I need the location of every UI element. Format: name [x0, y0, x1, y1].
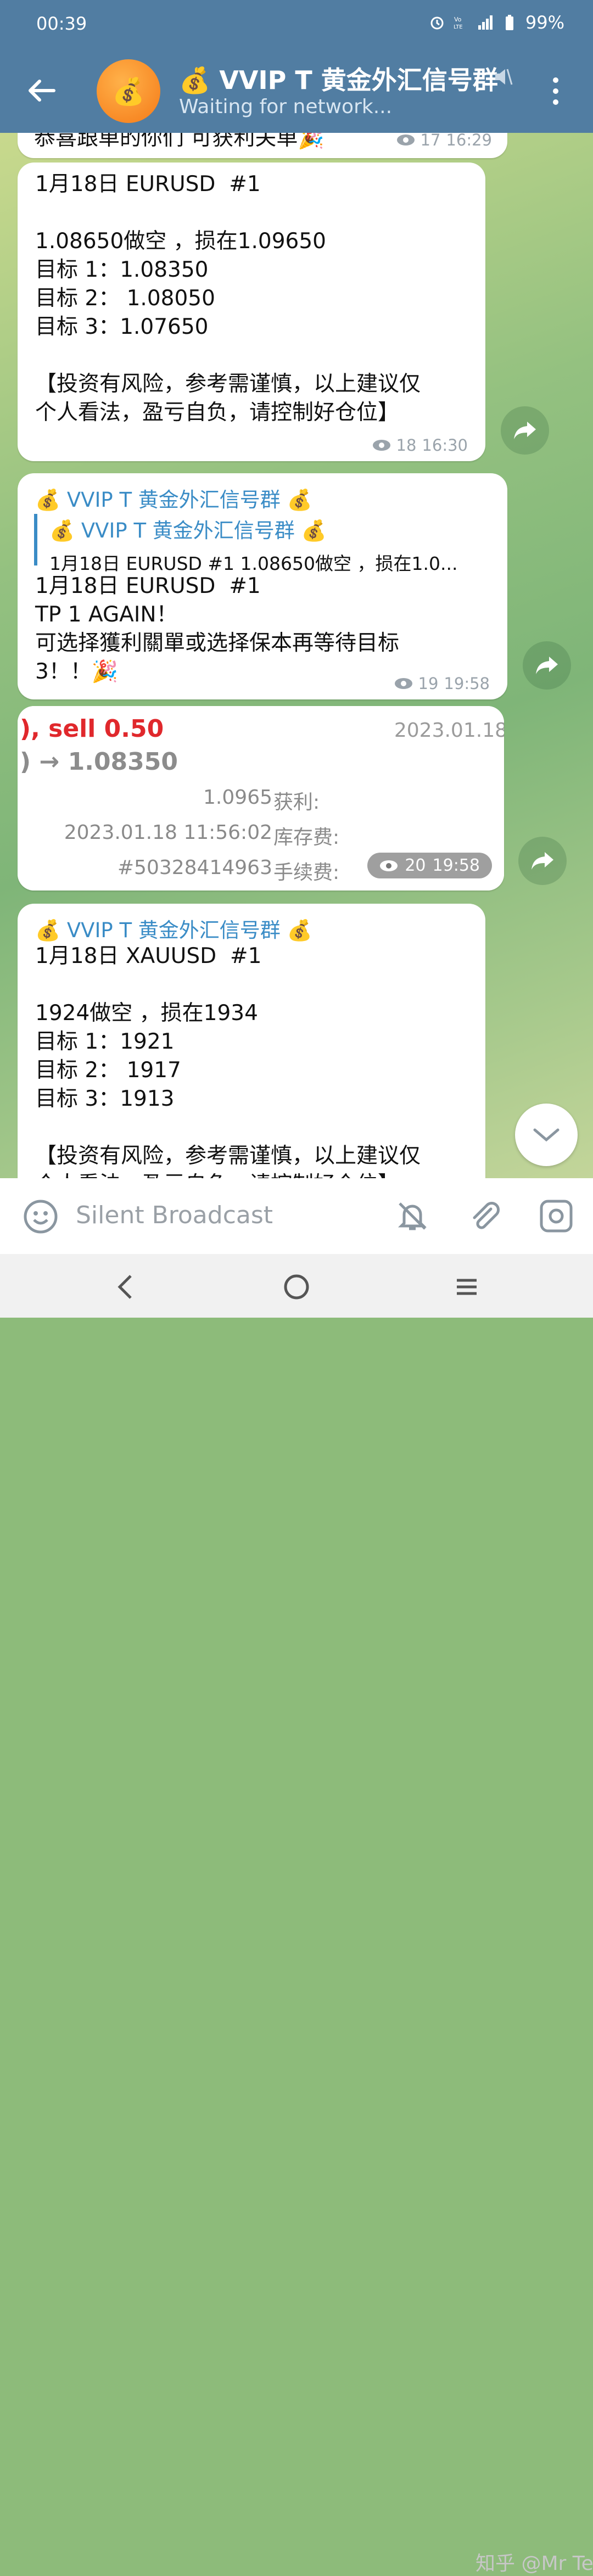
- views-eye-icon: [394, 678, 412, 689]
- nav-recents-icon[interactable]: [450, 1270, 483, 1303]
- message-text: 1月18日 EURUSD #1 TP 1 AGAIN！ 可选择獲利關單或选择保本…: [35, 574, 400, 684]
- money-bag-icon: 💰: [112, 76, 145, 107]
- quote-sender: 💰 VVIP T 黄金外汇信号群 💰: [49, 519, 327, 542]
- message-meta: 18 16:30: [372, 436, 468, 455]
- more-options-icon[interactable]: [545, 75, 567, 108]
- reply-quote[interactable]: 💰 VVIP T 黄金外汇信号群 💰 1月18日 EURUSD #1 1.086…: [34, 514, 457, 574]
- sender-name[interactable]: 💰 VVIP T 黄金外汇信号群 💰: [35, 914, 312, 943]
- nav-back-icon[interactable]: [110, 1270, 143, 1303]
- trade-date: 2023.01.18: [394, 719, 504, 742]
- silent-bell-icon[interactable]: [394, 1198, 430, 1234]
- attach-paperclip-icon[interactable]: [467, 1198, 503, 1234]
- message-text: 恭喜跟单的你们 可获利关单🎉: [34, 133, 325, 150]
- trade-row-label: 库存费:: [273, 826, 340, 849]
- forward-arrow-icon: [532, 852, 553, 870]
- status-icons: Vo LTE 99%: [429, 12, 564, 33]
- message-bubble[interactable]: 💰 VVIP T 黄金外汇信号群 💰 1月18日 XAUUSD #1 1924做…: [18, 904, 485, 1178]
- broadcast-input[interactable]: Silent Broadcast: [76, 1201, 273, 1229]
- message-meta: 17 16:29: [396, 133, 492, 149]
- message-time: 16:29: [446, 133, 492, 149]
- alarm-icon: [430, 16, 444, 30]
- chevron-down-icon: [533, 1128, 560, 1142]
- message-input-bar: Silent Broadcast: [0, 1178, 593, 1254]
- view-count: 17: [420, 133, 441, 149]
- forward-button[interactable]: [518, 837, 567, 885]
- forward-button[interactable]: [501, 406, 549, 455]
- photo-message[interactable]: ), sell 0.50 ) → 1.08350 2023.01.18 1.09…: [18, 706, 504, 891]
- nav-home-icon[interactable]: [280, 1270, 313, 1303]
- message-time: 19:58: [432, 856, 480, 875]
- message-bubble[interactable]: 恭喜跟单的你们 可获利关单🎉 17 16:29: [18, 133, 507, 158]
- trade-row-value: #50328414963: [117, 856, 272, 879]
- svg-text:Vo: Vo: [454, 16, 462, 23]
- views-eye-icon: [372, 440, 390, 451]
- volte-icon: VoLTE: [454, 16, 463, 30]
- quote-text: 1月18日 EURUSD #1 1.08650做空 ，损在1.0...: [49, 553, 458, 574]
- forward-arrow-icon: [514, 422, 536, 439]
- system-nav-bar: 知乎 @Mr Tee: [0, 1254, 593, 2575]
- emoji-icon[interactable]: [23, 1199, 58, 1234]
- muted-speaker-icon: [495, 69, 513, 85]
- forward-button[interactable]: [523, 641, 571, 690]
- message-time: 19:58: [444, 674, 490, 693]
- view-count: 18: [396, 436, 417, 455]
- message-bubble[interactable]: 1月18日 EURUSD #1 1.08650做空 ，损在1.09650 目标 …: [18, 163, 485, 461]
- trade-row-label: 手续费:: [273, 861, 340, 884]
- message-meta: 19 19:58: [394, 674, 490, 693]
- channel-title[interactable]: 💰 VVIP T 黄金外汇信号群: [179, 60, 508, 97]
- battery-percent: 99%: [525, 12, 564, 33]
- message-time: 16:30: [422, 436, 468, 455]
- photo-meta-badge: 20 19:58: [367, 853, 492, 878]
- sell-text: ), sell 0.50: [20, 715, 164, 743]
- price-arrow-text: ) → 1.08350: [20, 748, 178, 776]
- camera-icon[interactable]: [538, 1198, 574, 1234]
- trade-row-value: 1.0965: [203, 786, 272, 809]
- scroll-down-button[interactable]: [515, 1104, 578, 1166]
- sender-name[interactable]: 💰 VVIP T 黄金外汇信号群 💰: [35, 483, 312, 513]
- trade-row-value: 2023.01.18 11:56:02: [64, 821, 272, 844]
- message-bubble[interactable]: 💰 VVIP T 黄金外汇信号群 💰 💰 VVIP T 黄金外汇信号群 💰 1月…: [18, 473, 507, 699]
- views-eye-icon: [396, 135, 415, 145]
- battery-icon: [505, 15, 513, 30]
- views-eye-icon: [380, 860, 398, 871]
- signal-icon: [478, 15, 493, 30]
- view-count: 19: [418, 674, 439, 693]
- message-text: 1月18日 EURUSD #1 1.08650做空 ，损在1.09650 目标 …: [35, 172, 421, 425]
- status-bar: 00:39 Vo LTE 99%: [0, 0, 593, 47]
- forward-arrow-icon: [536, 657, 558, 674]
- trade-row-label: 获利:: [273, 791, 320, 814]
- channel-avatar[interactable]: 💰: [97, 59, 160, 123]
- svg-text:LTE: LTE: [454, 24, 463, 30]
- chat-area[interactable]: 恭喜跟单的你们 可获利关单🎉 17 16:29 1月18日 EURUSD #1 …: [0, 133, 593, 1178]
- view-count: 20: [405, 856, 426, 875]
- status-time: 00:39: [36, 13, 87, 34]
- message-text: 1月18日 XAUUSD #1 1924做空 ，损在1934 目标 1：1921…: [35, 944, 421, 1178]
- watermark-text: 知乎 @Mr Tee: [475, 2552, 593, 2575]
- back-arrow-icon[interactable]: [22, 71, 60, 110]
- chat-header: 💰 💰 VVIP T 黄金外汇信号群 Waiting for network..…: [0, 47, 593, 133]
- connection-status: Waiting for network...: [179, 96, 393, 118]
